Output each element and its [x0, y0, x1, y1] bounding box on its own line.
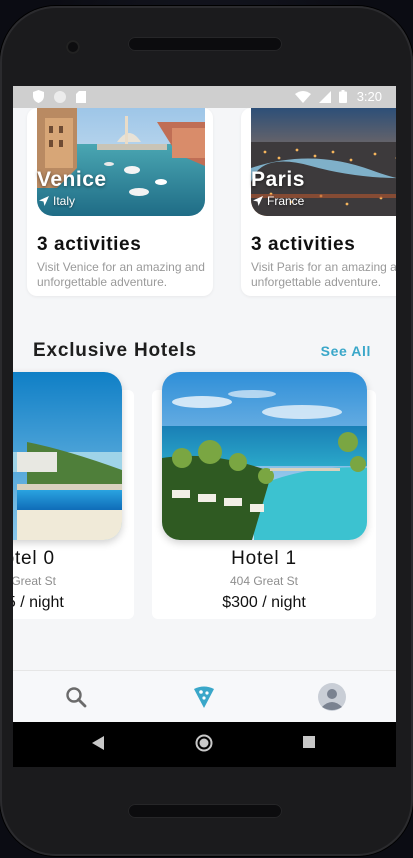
hotel-name: Hotel 1 [231, 548, 297, 569]
shield-icon [33, 90, 44, 103]
search-icon [66, 687, 87, 708]
hotel-card[interactable]: Hotel 1 404 Great St $300 / night [152, 372, 376, 619]
back-icon[interactable] [92, 736, 104, 750]
hotel-price: $300 / night [222, 594, 306, 611]
destination-country: Italy [39, 194, 75, 208]
hotel-address: 404 Great St [229, 574, 299, 588]
scroll-content[interactable]: Venice Italy 3 activities Visit Venice f… [13, 108, 396, 670]
destination-name: Paris [251, 168, 305, 191]
wifi-icon [294, 90, 311, 103]
section-title: Exclusive Hotels [33, 340, 197, 361]
home-icon[interactable] [195, 734, 213, 752]
profile-avatar-icon [318, 683, 346, 711]
tab-profile[interactable] [318, 683, 346, 711]
destination-country: France [253, 194, 304, 208]
status-bar: 3:20 [13, 86, 396, 108]
destination-description: Visit Venice for an amazing and unforget… [37, 260, 205, 289]
destination-description: Visit Paris for an amazing and unforgett… [251, 260, 396, 289]
bottom-speaker [128, 804, 282, 818]
hotel-image [13, 372, 122, 540]
location-arrow-icon [39, 196, 49, 206]
sd-card-icon [76, 90, 86, 103]
android-nav-bar [13, 722, 396, 767]
destination-name: Venice [37, 168, 107, 191]
recents-icon[interactable] [303, 736, 315, 748]
cellular-signal-icon [318, 90, 331, 103]
circle-notification-icon [54, 90, 66, 103]
pizza-icon [194, 686, 214, 708]
destination-card[interactable]: Venice Italy 3 activities Visit Venice f… [27, 108, 213, 296]
destination-card[interactable]: Paris France 3 activities Visit Paris fo… [241, 108, 396, 296]
hotel-card[interactable]: Hotel 0 404 Great St $175 / night [13, 372, 134, 619]
tab-search[interactable] [62, 683, 90, 711]
location-arrow-icon [253, 196, 263, 206]
tab-explore[interactable] [190, 683, 218, 711]
front-camera [66, 40, 80, 54]
see-all-link[interactable]: See All [321, 343, 371, 359]
bottom-tab-bar [13, 670, 396, 722]
top-speaker [128, 37, 282, 51]
hotel-name: Hotel 0 [13, 548, 55, 569]
destination-activities: 3 activities [251, 234, 356, 255]
battery-icon [338, 90, 347, 103]
hotel-image [162, 372, 367, 540]
hotel-address: 404 Great St [13, 574, 57, 588]
destination-activities: 3 activities [37, 234, 142, 255]
status-time: 3:20 [356, 89, 382, 104]
hotel-price: $175 / night [13, 594, 64, 611]
app-screen: 3:20 Venice Italy 3 activities Visit Ven… [13, 86, 396, 767]
